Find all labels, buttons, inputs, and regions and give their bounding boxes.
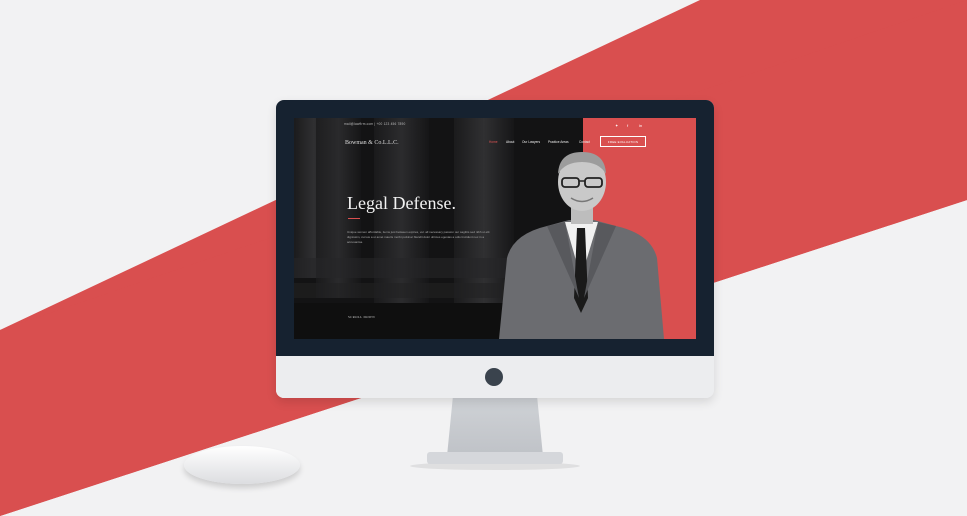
monitor-stand-foot <box>427 452 563 464</box>
monitor-logo-button <box>485 368 503 386</box>
nav-practice-areas[interactable]: Practice Areas <box>548 140 569 144</box>
free-evaluation-button[interactable]: FREE EVALUATION <box>600 136 646 147</box>
hero-paragraph: Unique women affordable, items just betw… <box>347 230 490 244</box>
website-screen: mail@lawfirm.com | +00 123 456 7890 ✦ f … <box>294 118 696 339</box>
hero-headline: Legal Defense. <box>347 193 456 213</box>
linkedin-icon[interactable]: in <box>639 123 642 128</box>
nav-home[interactable]: Home <box>489 140 498 144</box>
twitter-icon[interactable]: ✦ <box>615 123 618 128</box>
topbar-contact: mail@lawfirm.com | +00 123 456 7890 <box>344 122 406 126</box>
nav-about[interactable]: About <box>506 140 514 144</box>
mouse-device <box>184 446 300 484</box>
nav-contact[interactable]: Contact <box>579 140 590 144</box>
headline-divider <box>348 218 360 219</box>
scroll-down-link[interactable]: SCROLL DOWN <box>348 315 375 319</box>
facebook-icon[interactable]: f <box>627 123 628 128</box>
site-logo[interactable]: Bowman & Co.L.L.C. <box>345 140 399 146</box>
lawyer-portrait <box>499 152 664 339</box>
nav-our-lawyers[interactable]: Our Lawyers <box>522 140 540 144</box>
monitor-stand-neck <box>447 398 543 456</box>
